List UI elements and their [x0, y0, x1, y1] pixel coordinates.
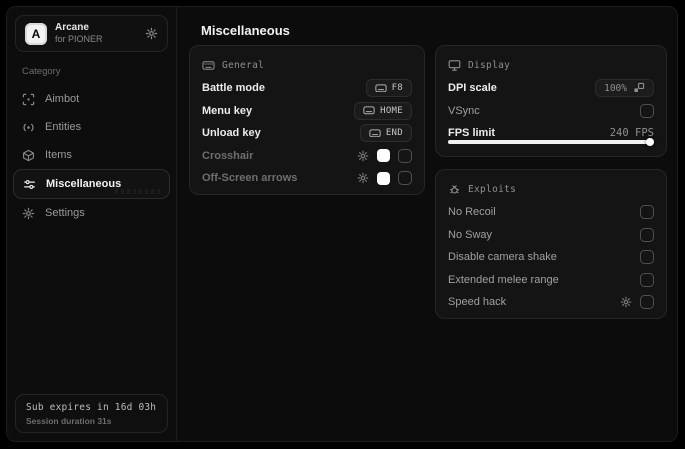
keybind-value: HOME: [380, 105, 403, 116]
exploits-card: Exploits No Recoil No Sway Disable camer…: [435, 169, 667, 319]
general-card: General Battle mode F8 Menu key HOME Unl…: [189, 45, 425, 195]
display-card-header: Display: [448, 57, 654, 73]
no-sway-checkbox[interactable]: [640, 227, 654, 242]
keybind-value: END: [385, 128, 403, 139]
crosshair-checkbox[interactable]: [398, 148, 412, 163]
category-label: Category: [22, 66, 61, 77]
brand-card: A Arcane for PIONER: [15, 15, 168, 52]
color-swatch[interactable]: [377, 171, 390, 185]
gear-icon[interactable]: [145, 27, 158, 40]
keybind-button[interactable]: HOME: [354, 101, 412, 120]
sidebar-nav: Aimbot Entities Items Miscellaneous Sett…: [7, 85, 176, 227]
general-card-header: General: [202, 57, 412, 73]
keyboard-icon: [202, 59, 215, 72]
brand-name: Arcane: [55, 21, 89, 33]
gear-icon[interactable]: [357, 150, 369, 162]
offscreen-arrows-checkbox[interactable]: [398, 171, 412, 186]
setting-label: No Recoil: [448, 206, 496, 219]
setting-label: Speed hack: [448, 296, 507, 309]
melee-range-checkbox[interactable]: [640, 272, 654, 287]
setting-row-unload-key: Unload key END: [202, 122, 412, 145]
page-title: Miscellaneous: [201, 23, 290, 38]
sidebar-item-aimbot[interactable]: Aimbot: [7, 85, 176, 113]
setting-row-speed-hack: Speed hack: [448, 291, 654, 314]
sidebar-item-label: Aimbot: [45, 93, 80, 105]
camera-shake-checkbox[interactable]: [640, 250, 654, 265]
brand-text: Arcane for PIONER: [55, 22, 137, 46]
setting-label: Battle mode: [202, 82, 265, 95]
keybind-button[interactable]: END: [359, 124, 412, 143]
gear-icon[interactable]: [357, 172, 369, 184]
setting-row-no-recoil: No Recoil: [448, 201, 654, 224]
bug-icon: [448, 183, 461, 196]
setting-row-melee-range: Extended melee range: [448, 269, 654, 292]
sidebar: A Arcane for PIONER Category Aimbot Enti…: [7, 7, 177, 441]
slider-fill: [448, 140, 652, 144]
setting-row-camera-shake: Disable camera shake: [448, 246, 654, 269]
setting-row-no-sway: No Sway: [448, 224, 654, 247]
setting-row-vsync: VSync: [448, 100, 654, 123]
keybind-value: F8: [391, 83, 403, 94]
brand-logo-letter: A: [31, 26, 41, 41]
setting-label: Menu key: [202, 104, 253, 117]
aimbot-scan-icon: [22, 93, 35, 106]
setting-row-menu-key: Menu key HOME: [202, 100, 412, 123]
display-card-title: Display: [468, 59, 511, 71]
session-duration-text: Session duration 31s: [26, 416, 112, 426]
items-cube-icon: [22, 149, 35, 162]
entities-radar-icon: [22, 121, 35, 134]
sidebar-item-miscellaneous[interactable]: Miscellaneous: [13, 169, 170, 199]
sidebar-item-label: Miscellaneous: [46, 178, 122, 190]
setting-row-dpi-scale: DPI scale 100%: [448, 77, 654, 100]
setting-label: DPI scale: [448, 82, 497, 95]
app-window: A Arcane for PIONER Category Aimbot Enti…: [6, 6, 678, 442]
sidebar-item-label: Entities: [45, 121, 82, 133]
sidebar-item-label: Items: [45, 149, 72, 161]
no-recoil-checkbox[interactable]: [640, 205, 654, 220]
gear-icon[interactable]: [620, 296, 632, 308]
watermark-dots: [115, 189, 161, 194]
brand-logo: A: [25, 22, 47, 45]
color-swatch[interactable]: [377, 149, 390, 163]
setting-row-crosshair: Crosshair: [202, 145, 412, 168]
keybind-button[interactable]: F8: [365, 79, 412, 98]
sidebar-item-label: Settings: [45, 207, 85, 219]
setting-label: Disable camera shake: [448, 251, 557, 264]
sidebar-item-items[interactable]: Items: [7, 141, 176, 169]
keyboard-icon: [374, 84, 387, 93]
dpi-scale-select[interactable]: 100%: [595, 79, 654, 98]
slider-knob[interactable]: [646, 138, 654, 146]
setting-label: VSync: [448, 104, 480, 117]
setting-label: Off-Screen arrows: [202, 172, 298, 185]
scale-icon: [633, 82, 645, 94]
subscription-info: Sub expires in 16d 03h Session duration …: [15, 394, 168, 433]
setting-label: No Sway: [448, 228, 493, 241]
vsync-checkbox[interactable]: [640, 103, 654, 118]
exploits-card-title: Exploits: [468, 183, 517, 195]
sliders-icon: [23, 178, 36, 191]
exploits-card-header: Exploits: [448, 181, 654, 197]
gear-icon: [22, 207, 35, 220]
setting-row-offscreen-arrows: Off-Screen arrows: [202, 167, 412, 190]
setting-label: Unload key: [202, 127, 261, 140]
sub-expiry-text: Sub expires in 16d 03h: [26, 402, 157, 413]
general-card-title: General: [222, 59, 265, 71]
sidebar-item-entities[interactable]: Entities: [7, 113, 176, 141]
brand-subtitle: for PIONER: [55, 34, 103, 45]
display-card: Display DPI scale 100% VSync FPS limit 2…: [435, 45, 667, 157]
main-content: Miscellaneous General Battle mode F8 Men…: [177, 7, 677, 441]
dpi-scale-value: 100%: [604, 82, 627, 94]
speed-hack-checkbox[interactable]: [640, 295, 654, 310]
monitor-icon: [448, 59, 461, 72]
setting-label: Extended melee range: [448, 273, 559, 286]
sidebar-item-settings[interactable]: Settings: [7, 199, 176, 227]
setting-label: Crosshair: [202, 149, 254, 162]
keyboard-icon: [363, 106, 375, 115]
keyboard-icon: [369, 129, 381, 138]
setting-row-battle-mode: Battle mode F8: [202, 77, 412, 100]
fps-limit-slider[interactable]: [448, 138, 654, 146]
